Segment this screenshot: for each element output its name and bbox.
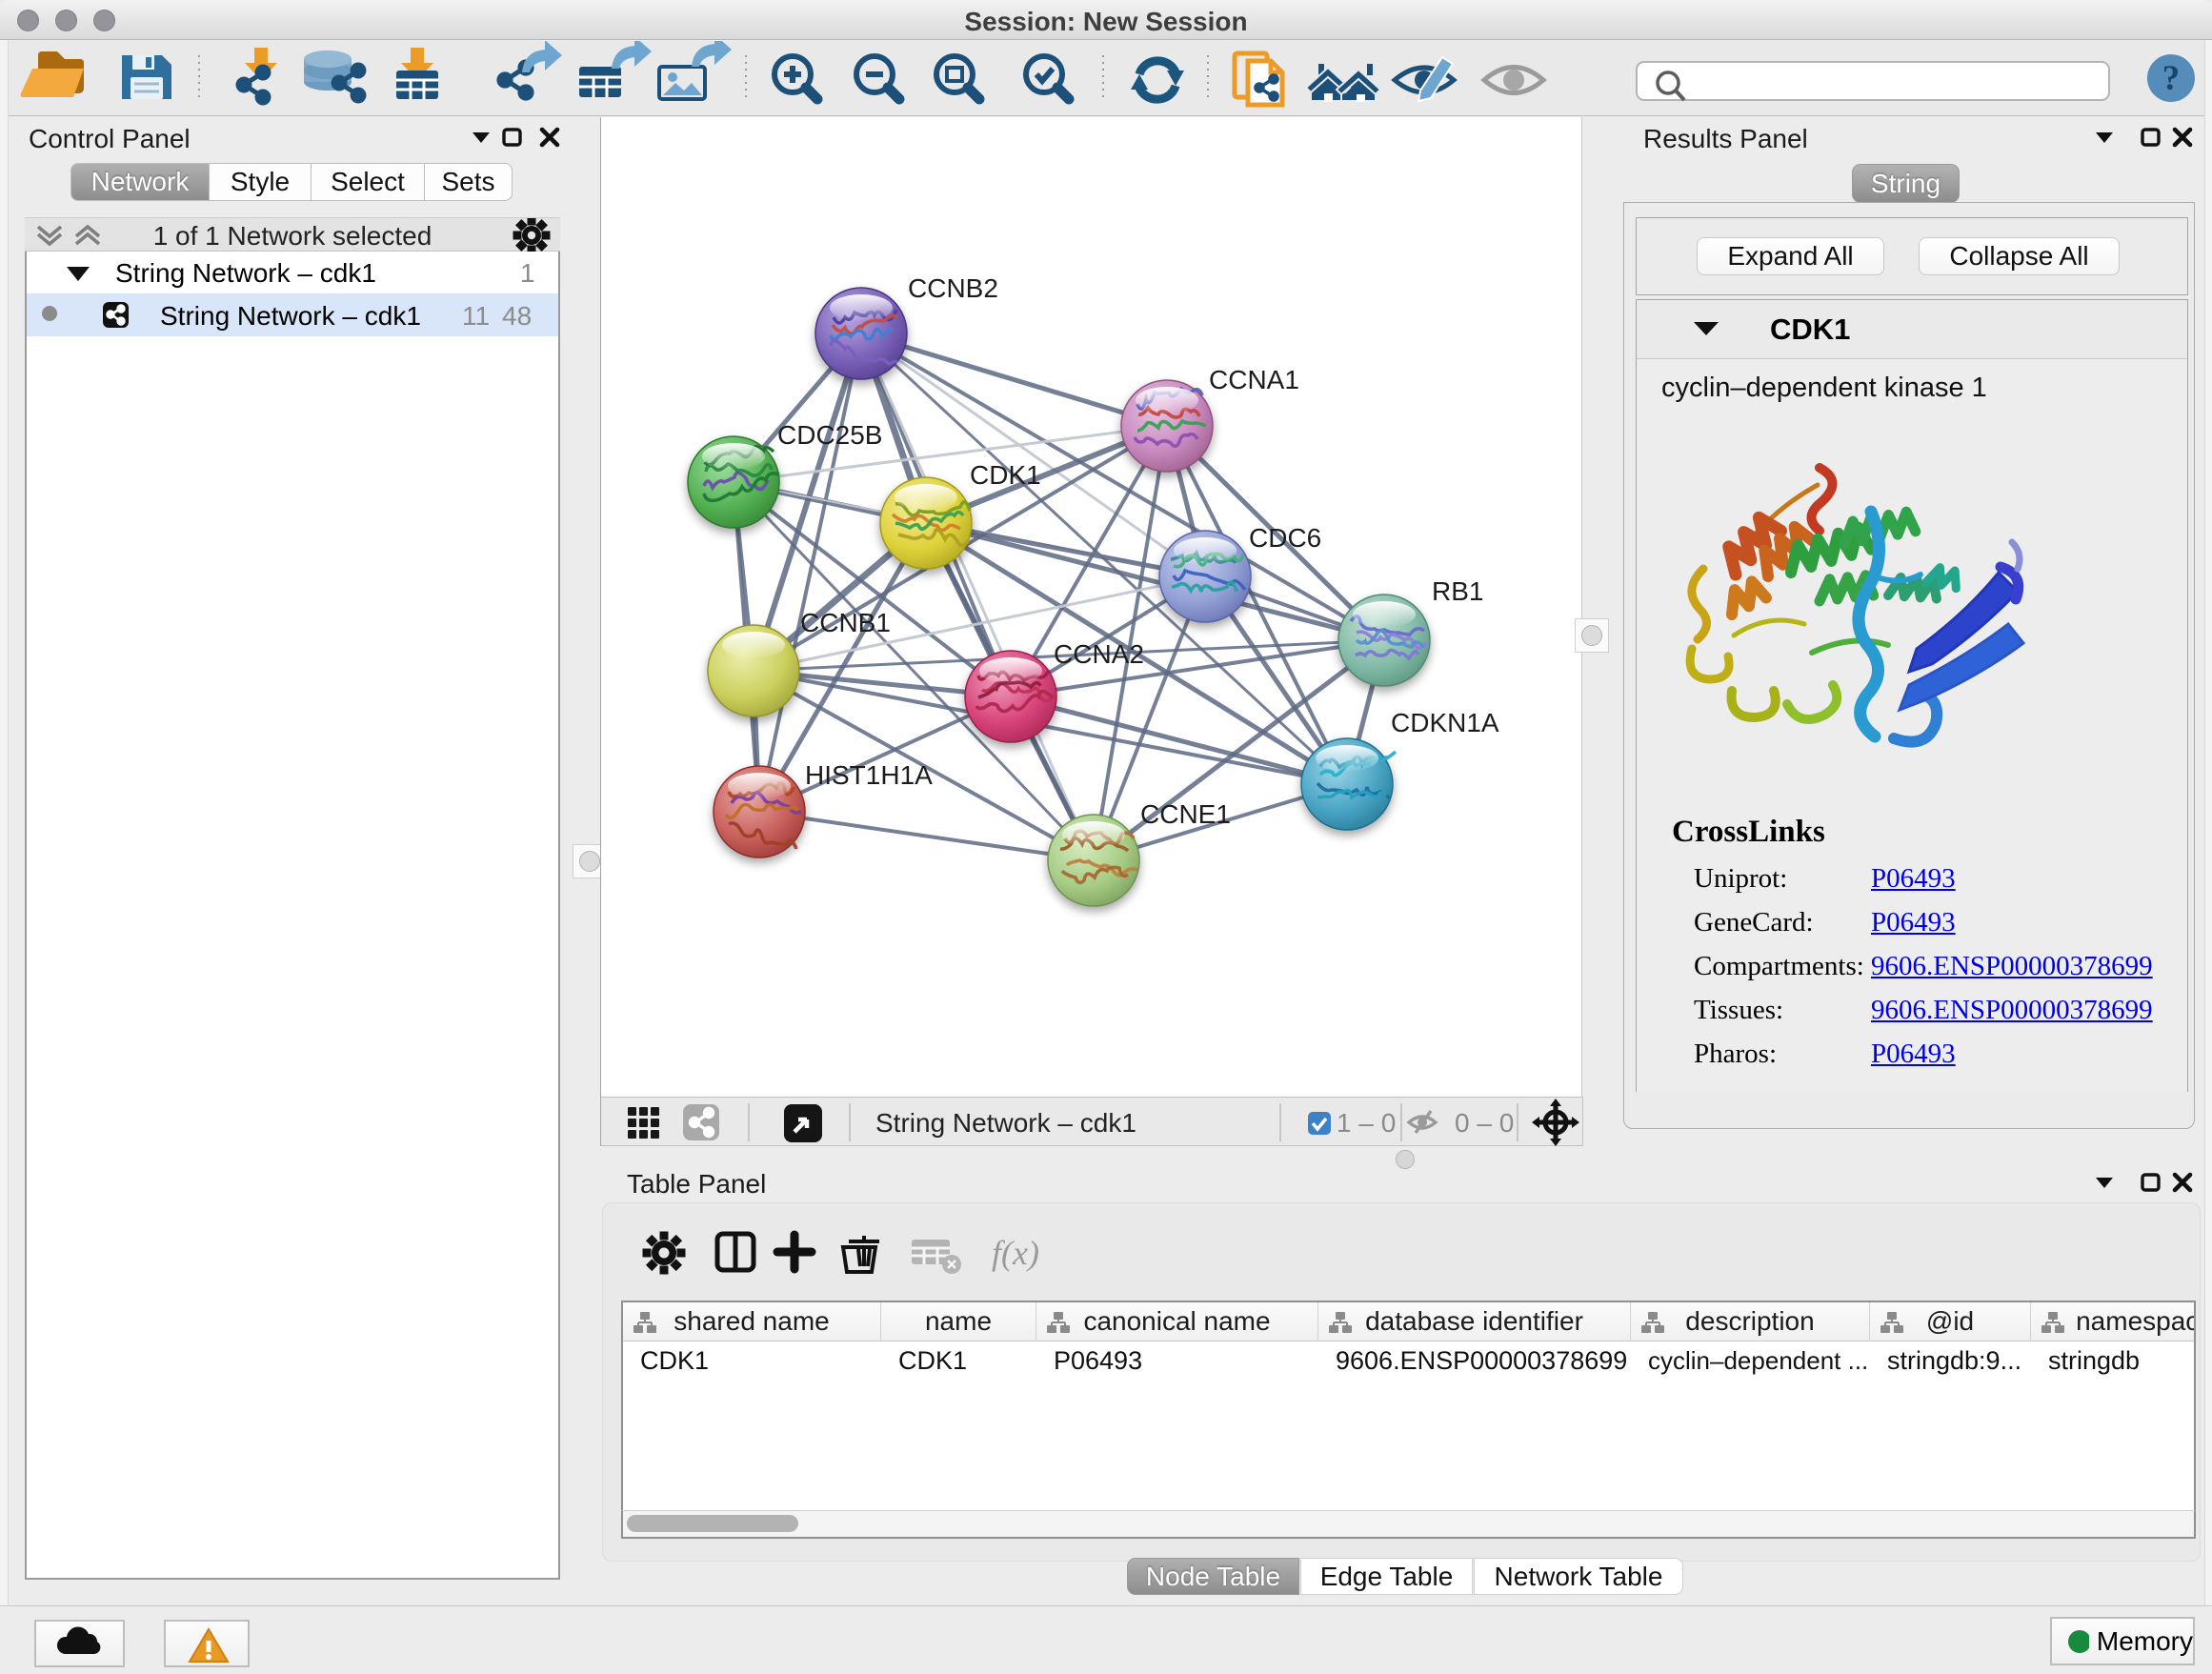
svg-text:String Network – cdk1: String Network – cdk1 (875, 1108, 1136, 1138)
svg-text:1 – 0: 1 – 0 (1337, 1108, 1396, 1138)
svg-text:CDC25B: CDC25B (777, 420, 882, 450)
svg-text:CDK1: CDK1 (970, 460, 1041, 490)
svg-text:CCNB1: CCNB1 (800, 608, 891, 637)
svg-text:?: ? (2162, 59, 2181, 98)
svg-text:CCNA1: CCNA1 (1209, 365, 1299, 394)
svg-text:CDC6: CDC6 (1249, 523, 1321, 553)
svg-text:CCNE1: CCNE1 (1140, 799, 1231, 829)
svg-text:RB1: RB1 (1432, 576, 1483, 606)
svg-text:HIST1H1A: HIST1H1A (805, 760, 933, 790)
svg-text:CDKN1A: CDKN1A (1391, 708, 1499, 737)
svg-text:CCNA2: CCNA2 (1054, 639, 1144, 669)
svg-text:f(x): f(x) (992, 1234, 1039, 1272)
svg-text:0 – 0: 0 – 0 (1455, 1108, 1514, 1138)
svg-text:CCNB2: CCNB2 (908, 273, 998, 303)
